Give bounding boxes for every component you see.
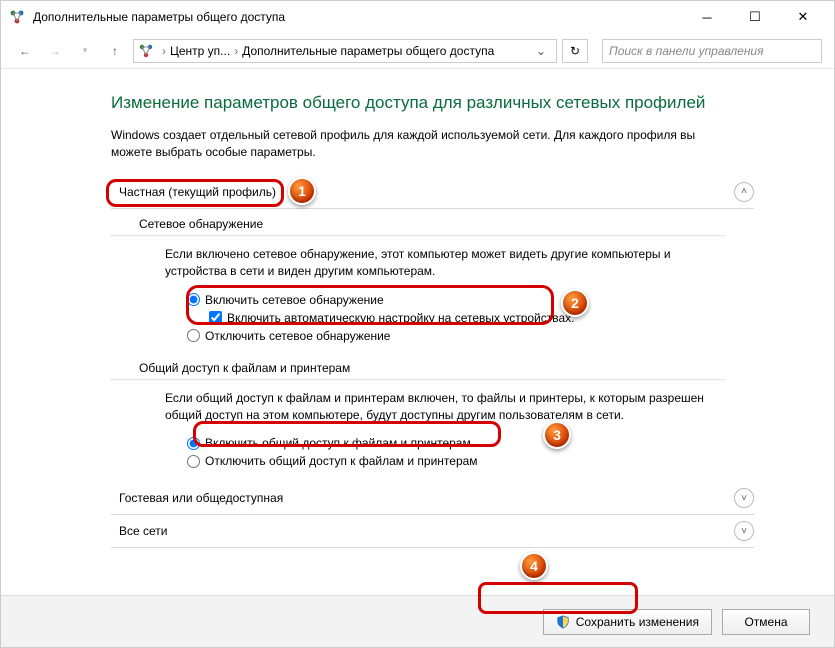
radio-discovery-on[interactable]: Включить сетевое обнаружение bbox=[187, 291, 754, 309]
refresh-button[interactable]: ↻ bbox=[562, 39, 588, 63]
page-lead: Windows создает отдельный сетевой профил… bbox=[111, 127, 731, 162]
close-button[interactable]: ✕ bbox=[780, 2, 826, 32]
network-icon bbox=[9, 9, 25, 25]
minimize-button[interactable]: ─ bbox=[684, 2, 730, 32]
chevron-up-icon[interactable]: ˄ bbox=[734, 182, 754, 202]
checkbox-auto-setup[interactable]: Включить автоматическую настройку на сет… bbox=[187, 309, 754, 327]
profile-private-header[interactable]: Частная (текущий профиль) ˄ bbox=[111, 176, 754, 209]
shield-icon bbox=[556, 615, 570, 629]
profile-all-header[interactable]: Все сети ˅ bbox=[111, 515, 754, 548]
radio-label: Отключить сетевое обнаружение bbox=[205, 329, 390, 343]
navbar: ← → ▾ ↑ › Центр уп... › Дополнительные п… bbox=[1, 33, 834, 69]
profile-private-title: Частная (текущий профиль) bbox=[111, 185, 734, 199]
radio-input[interactable] bbox=[187, 293, 200, 306]
up-button[interactable]: ↑ bbox=[103, 39, 127, 63]
chevron-down-icon[interactable]: ˅ bbox=[734, 521, 754, 541]
file-sharing-desc: Если общий доступ к файлам и принтерам в… bbox=[111, 388, 754, 435]
breadcrumb-dropdown[interactable]: ⌄ bbox=[530, 44, 552, 58]
cancel-label: Отмена bbox=[744, 615, 787, 629]
breadcrumb-item[interactable]: Дополнительные параметры общего доступа bbox=[242, 44, 494, 58]
radio-input[interactable] bbox=[187, 329, 200, 342]
window-title: Дополнительные параметры общего доступа bbox=[33, 10, 684, 24]
checkbox-input[interactable] bbox=[209, 311, 222, 324]
radio-label: Отключить общий доступ к файлам и принте… bbox=[205, 454, 478, 468]
save-button[interactable]: Сохранить изменения bbox=[543, 609, 712, 635]
annotation-callout: 3 bbox=[543, 421, 571, 449]
chevron-right-icon: › bbox=[158, 44, 170, 58]
chevron-right-icon: › bbox=[230, 44, 242, 58]
window-buttons: ─ ☐ ✕ bbox=[684, 2, 826, 32]
radio-sharing-on[interactable]: Включить общий доступ к файлам и принтер… bbox=[187, 434, 754, 452]
radio-label: Включить общий доступ к файлам и принтер… bbox=[205, 436, 471, 450]
window: Дополнительные параметры общего доступа … bbox=[0, 0, 835, 648]
content: Изменение параметров общего доступа для … bbox=[1, 69, 834, 595]
radio-label: Включить сетевое обнаружение bbox=[205, 293, 384, 307]
file-sharing-options: Включить общий доступ к файлам и принтер… bbox=[111, 434, 754, 470]
file-sharing-heading: Общий доступ к файлам и принтерам bbox=[111, 353, 724, 380]
annotation-callout: 4 bbox=[520, 552, 548, 580]
footer: Сохранить изменения Отмена bbox=[1, 595, 834, 647]
profile-guest-header[interactable]: Гостевая или общедоступная ˅ bbox=[111, 482, 754, 515]
cancel-button[interactable]: Отмена bbox=[722, 609, 810, 635]
profile-all-title: Все сети bbox=[111, 524, 734, 538]
radio-input[interactable] bbox=[187, 437, 200, 450]
annotation-callout: 1 bbox=[288, 177, 316, 205]
radio-discovery-off[interactable]: Отключить сетевое обнаружение bbox=[187, 327, 754, 345]
back-button[interactable]: ← bbox=[13, 39, 37, 63]
save-label: Сохранить изменения bbox=[576, 615, 699, 629]
radio-input[interactable] bbox=[187, 455, 200, 468]
network-discovery-heading: Сетевое обнаружение bbox=[111, 209, 724, 236]
profile-guest-title: Гостевая или общедоступная bbox=[111, 491, 734, 505]
forward-button[interactable]: → bbox=[43, 39, 67, 63]
network-discovery-desc: Если включено сетевое обнаружение, этот … bbox=[111, 244, 754, 291]
breadcrumb-icon bbox=[138, 43, 154, 59]
checkbox-label: Включить автоматическую настройку на сет… bbox=[227, 311, 575, 325]
page-heading: Изменение параметров общего доступа для … bbox=[111, 93, 754, 113]
breadcrumb[interactable]: › Центр уп... › Дополнительные параметры… bbox=[133, 39, 557, 63]
chevron-down-icon[interactable]: ˅ bbox=[734, 488, 754, 508]
titlebar: Дополнительные параметры общего доступа … bbox=[1, 1, 834, 33]
maximize-button[interactable]: ☐ bbox=[732, 2, 778, 32]
radio-sharing-off[interactable]: Отключить общий доступ к файлам и принте… bbox=[187, 452, 754, 470]
breadcrumb-item[interactable]: Центр уп... bbox=[170, 44, 230, 58]
annotation-callout: 2 bbox=[561, 289, 589, 317]
network-discovery-options: Включить сетевое обнаружение Включить ав… bbox=[111, 291, 754, 345]
search-input[interactable]: Поиск в панели управления bbox=[602, 39, 822, 63]
recent-dropdown[interactable]: ▾ bbox=[73, 39, 97, 63]
